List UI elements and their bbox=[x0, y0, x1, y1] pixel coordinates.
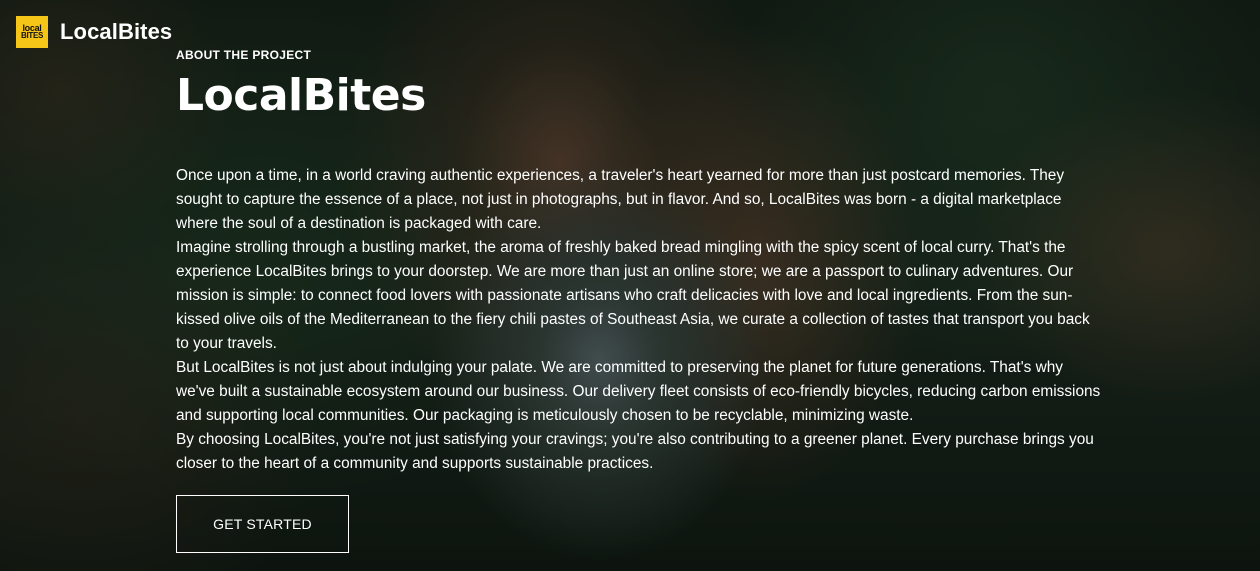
get-started-button[interactable]: GET STARTED bbox=[176, 495, 349, 553]
about-section: ABOUT THE PROJECT LocalBites Once upon a… bbox=[176, 48, 1106, 476]
about-paragraph-3: But LocalBites is not just about indulgi… bbox=[176, 359, 1101, 424]
section-eyebrow: ABOUT THE PROJECT bbox=[176, 48, 312, 62]
brand-name: LocalBites bbox=[60, 19, 173, 44]
logo-text-bottom: BITES bbox=[20, 31, 44, 41]
brand-home-link[interactable]: local BITES LocalBites bbox=[16, 16, 172, 48]
page-title: LocalBites bbox=[176, 70, 426, 121]
about-paragraph-2: Imagine strolling through a bustling mar… bbox=[176, 239, 1090, 352]
about-paragraph-1: Once upon a time, in a world craving aut… bbox=[176, 167, 1065, 232]
about-paragraph-4: By choosing LocalBites, you're not just … bbox=[176, 431, 1094, 472]
brand-logo: local BITES bbox=[16, 16, 48, 48]
